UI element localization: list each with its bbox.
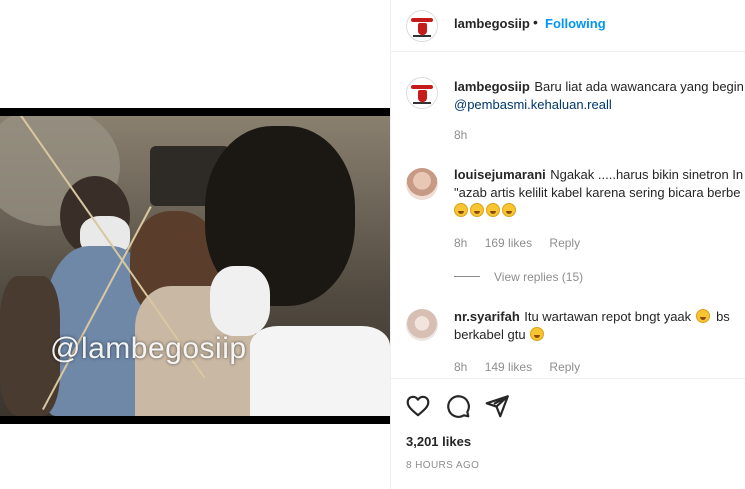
comment-row: louisejumarani Ngakak .....harus bikin s…	[391, 163, 745, 273]
replies-divider	[454, 276, 480, 277]
caption-text: Baru liat ada wawancara yang begin	[534, 79, 744, 94]
comment-text-line2: "azab artis kelilit kabel karena sering …	[454, 185, 741, 200]
reply-button[interactable]: Reply	[549, 360, 580, 374]
logo-icon	[411, 85, 433, 89]
video-frame: @lambegosiip	[0, 116, 390, 416]
comments-list[interactable]: lambegosiip Baru liat ada wawancara yang…	[391, 53, 745, 378]
share-icon[interactable]	[484, 393, 510, 419]
likes-count[interactable]: 3,201 likes	[406, 434, 471, 449]
laughing-emoji-icon	[454, 203, 468, 217]
comment-icon[interactable]	[445, 393, 471, 419]
view-replies-label: View replies (15)	[494, 270, 584, 284]
caption-time: 8h	[454, 128, 468, 142]
comment-text: Ngakak .....harus bikin sinetron In	[550, 167, 744, 182]
header-separator: •	[533, 14, 538, 30]
following-button[interactable]: Following	[545, 16, 606, 31]
header-username[interactable]: lambegosiip	[454, 16, 530, 31]
laughing-emoji-icon	[486, 203, 500, 217]
comment-username[interactable]: louisejumarani	[454, 167, 546, 182]
comment-username[interactable]: nr.syarifah	[454, 309, 520, 324]
comment-text: Itu wartawan repot bngt yaak	[524, 309, 692, 324]
comment-avatar[interactable]	[406, 309, 438, 341]
mention-link[interactable]: @pembasmi.kehaluan.reall	[454, 97, 612, 112]
laughing-emoji-icon	[470, 203, 484, 217]
post-timestamp: 8 HOURS AGO	[406, 460, 480, 471]
post-header: lambegosiip • Following	[391, 0, 745, 52]
reply-button[interactable]: Reply	[549, 236, 580, 250]
comment-time: 8h	[454, 360, 468, 374]
video-watermark: @lambegosiip	[50, 332, 247, 365]
caption-username[interactable]: lambegosiip	[454, 79, 530, 94]
grimace-emoji-icon	[695, 309, 710, 323]
comment-likes[interactable]: 149 likes	[485, 360, 532, 374]
caption-row: lambegosiip Baru liat ada wawancara yang…	[391, 53, 745, 153]
post-sidebar: lambegosiip • Following lambegosiip Baru…	[390, 0, 745, 489]
comment-row: nr.syarifah Itu wartawan repot bngt yaak…	[391, 305, 745, 378]
media-panel: @lambegosiip	[0, 0, 390, 489]
comment-time: 8h	[454, 236, 468, 250]
caption-avatar[interactable]	[406, 77, 438, 109]
heart-icon[interactable]	[405, 393, 431, 419]
comment-avatar[interactable]	[406, 168, 438, 200]
view-replies-button[interactable]: View replies (15)	[454, 270, 583, 284]
profile-avatar[interactable]	[406, 10, 438, 42]
comment-text-line2: berkabel gtu	[454, 327, 526, 342]
laughing-emoji-icon	[502, 203, 516, 217]
comment-text-tail: bs	[716, 309, 730, 324]
post-video[interactable]: @lambegosiip	[0, 108, 390, 424]
logo-icon	[411, 18, 433, 22]
grimace-emoji-icon	[530, 327, 545, 341]
comment-likes[interactable]: 169 likes	[485, 236, 532, 250]
action-bar: 3,201 likes 8 HOURS AGO	[391, 378, 745, 489]
